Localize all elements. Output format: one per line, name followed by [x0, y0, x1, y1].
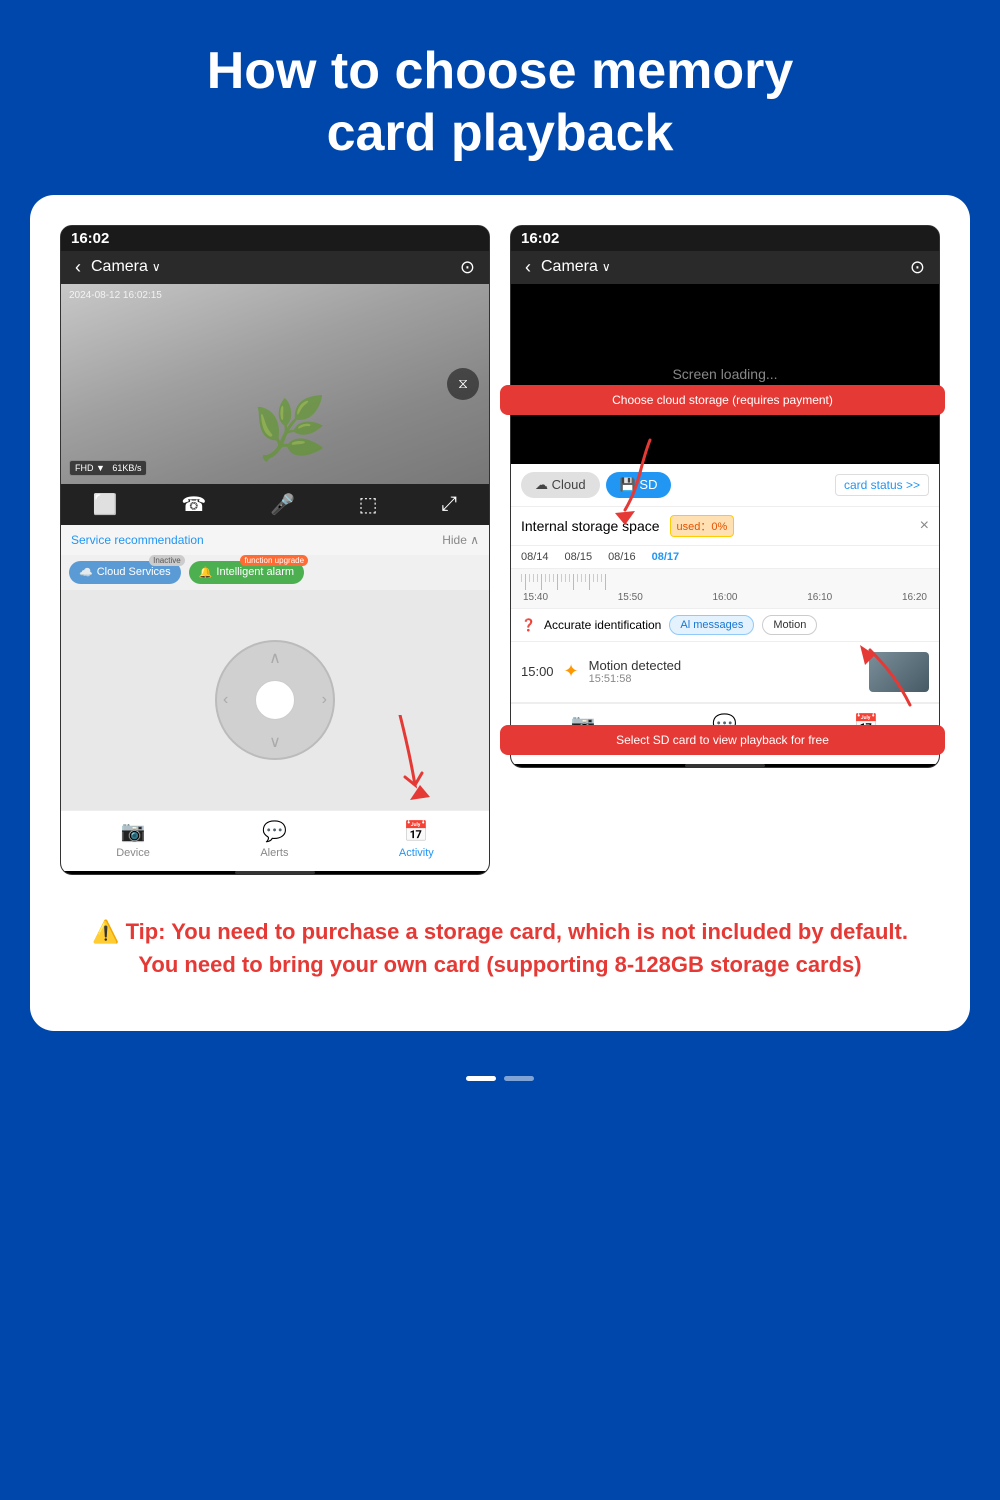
service-buttons: ☁️ Cloud Services Inactive 🔔 Intelligent… [61, 555, 489, 590]
hide-button[interactable]: Hide ∧ [442, 533, 479, 547]
event-dot-icon: ✦ [564, 661, 579, 682]
cloud-services-button[interactable]: ☁️ Cloud Services Inactive [69, 561, 181, 584]
left-screen-container: 16:02 ‹ Camera ∨ ⊙ 2024-08-12 16:02:15 🌿… [60, 225, 490, 875]
fhd-badge: FHD ▼ 61KB/s [69, 460, 147, 476]
right-settings-icon[interactable]: ⊙ [910, 257, 925, 278]
right-screen-body: Screen loading... [511, 284, 939, 464]
alarm-icon: 🔔 [199, 566, 213, 579]
settings-icon[interactable]: ⊙ [460, 257, 475, 278]
internal-storage-bar: Internal storage space used：0% × [511, 507, 939, 546]
page-header: How to choose memory card playback [147, 0, 854, 195]
page-title: How to choose memory card playback [207, 40, 794, 165]
left-phone-screen: 16:02 ‹ Camera ∨ ⊙ 2024-08-12 16:02:15 🌿… [60, 225, 490, 875]
left-bottom-nav: 📷 Device 💬 Alerts 📅 Activity [61, 810, 489, 871]
right-time: 16:02 [521, 230, 559, 247]
card-status-button[interactable]: card status >> [835, 474, 929, 496]
camera-controls-bar: ⬜ ☎ 🎤 ⬚ ⤢ [61, 484, 489, 525]
event-info: Motion detected 15:51:58 [589, 658, 859, 685]
right-nav-bar: ‹ Camera ∨ ⊙ [511, 251, 939, 284]
ptz-down-arrow[interactable]: ∨ [269, 732, 281, 752]
function-upgrade-badge: function upgrade [240, 555, 308, 566]
close-icon[interactable]: × [920, 517, 929, 535]
screen-loading-text: Screen loading... [672, 366, 777, 382]
activity-icon-left: 📅 [404, 819, 429, 844]
bottom-dots [466, 1061, 534, 1101]
tip-text: ⚠️ Tip: You need to purchase a storage c… [90, 915, 910, 981]
tip-icon: ⚠️ [92, 919, 119, 944]
ptz-up-arrow[interactable]: ∧ [269, 648, 281, 668]
storage-tabs: ☁ Cloud 💾 SD card status >> [511, 464, 939, 507]
event-time: 15:00 [521, 664, 554, 679]
volume-icon[interactable]: 🎤 [270, 492, 295, 517]
timeline-dates: 08/14 08/15 08/16 08/17 [511, 546, 939, 569]
date-2[interactable]: 08/15 [565, 551, 593, 563]
mic-icon[interactable]: ☎ [181, 492, 206, 517]
alerts-icon: 💬 [262, 819, 287, 844]
tree-decoration: 🌿 [253, 393, 328, 464]
sd-tab[interactable]: 💾 SD [606, 472, 672, 498]
nav-activity-left[interactable]: 📅 Activity [399, 819, 434, 859]
event-title: Motion detected [589, 658, 859, 673]
event-thumbnail[interactable] [869, 652, 929, 692]
timeline-bar[interactable]: 15:40 15:50 16:00 16:10 16:20 [511, 569, 939, 609]
sd-card-callout: Select SD card to view playback for free [500, 725, 945, 755]
internal-storage-label: Internal storage space [521, 518, 660, 534]
sd-icon-tab: 💾 [620, 477, 636, 492]
filter-icon[interactable]: ⧖ [447, 368, 479, 400]
camera-feed: 2024-08-12 16:02:15 🌿 ⧖ FHD ▼ 61KB/s [61, 284, 489, 484]
ptz-control-area: ∧ ∨ ‹ › [61, 590, 489, 810]
screens-row: 16:02 ‹ Camera ∨ ⊙ 2024-08-12 16:02:15 🌿… [60, 225, 940, 875]
question-icon: ❓ [521, 618, 536, 632]
chevron-down-icon: ∨ [152, 260, 161, 274]
event-subtitle: 15:51:58 [589, 673, 859, 685]
cloud-storage-callout: Choose cloud storage (requires payment) [500, 385, 945, 415]
ptz-right-arrow[interactable]: › [322, 691, 327, 709]
record-icon[interactable]: ⬜ [93, 492, 118, 517]
event-row: 15:00 ✦ Motion detected 15:51:58 [511, 642, 939, 703]
tip-section: ⚠️ Tip: You need to purchase a storage c… [60, 895, 940, 1001]
nav-device-left[interactable]: 📷 Device [116, 819, 150, 859]
home-indicator-right [685, 764, 765, 767]
accurate-id-label: Accurate identification [544, 618, 661, 632]
device-icon: 📷 [121, 819, 146, 844]
crop-icon[interactable]: ⬚ [359, 492, 378, 517]
feed-timestamp: 2024-08-12 16:02:15 [69, 290, 162, 301]
main-card: 16:02 ‹ Camera ∨ ⊙ 2024-08-12 16:02:15 🌿… [30, 195, 970, 1031]
right-back-arrow-icon[interactable]: ‹ [525, 257, 531, 278]
used-badge: used：0% [670, 515, 735, 537]
nav-alerts-left[interactable]: 💬 Alerts [260, 819, 288, 859]
date-1[interactable]: 08/14 [521, 551, 549, 563]
service-rec-bar: Service recommendation Hide ∧ [61, 525, 489, 555]
ai-filter-row: ❓ Accurate identification Al messages Mo… [511, 609, 939, 642]
cloud-icon-tab: ☁ [535, 477, 548, 492]
right-camera-label: Camera [541, 258, 598, 276]
cloud-icon: ☁️ [79, 566, 93, 579]
service-rec-label: Service recommendation [71, 533, 204, 547]
dot-active [466, 1076, 496, 1081]
left-status-bar: 16:02 [61, 226, 489, 251]
left-time: 16:02 [71, 230, 109, 247]
ptz-center-button[interactable] [255, 680, 295, 720]
inactive-badge: Inactive [149, 555, 185, 566]
ai-messages-badge[interactable]: Al messages [669, 615, 754, 635]
right-status-bar: 16:02 [511, 226, 939, 251]
fullscreen-icon[interactable]: ⤢ [441, 493, 457, 516]
left-nav-bar: ‹ Camera ∨ ⊙ [61, 251, 489, 284]
date-3[interactable]: 08/16 [608, 551, 636, 563]
intelligent-alarm-button[interactable]: 🔔 Intelligent alarm function upgrade [189, 561, 304, 584]
home-indicator-left [235, 871, 315, 874]
ptz-circle[interactable]: ∧ ∨ ‹ › [215, 640, 335, 760]
camera-label-left: Camera [91, 258, 148, 276]
motion-badge[interactable]: Motion [762, 615, 817, 635]
back-arrow-icon[interactable]: ‹ [75, 257, 81, 278]
right-chevron-icon: ∨ [602, 260, 611, 274]
right-screen-wrapper: 16:02 ‹ Camera ∨ ⊙ Screen loading... ☁ [510, 225, 940, 875]
cloud-tab[interactable]: ☁ Cloud [521, 472, 600, 498]
date-4[interactable]: 08/17 [652, 551, 680, 563]
dot-inactive [504, 1076, 534, 1081]
right-phone-screen: 16:02 ‹ Camera ∨ ⊙ Screen loading... ☁ [510, 225, 940, 768]
ptz-left-arrow[interactable]: ‹ [223, 691, 228, 709]
